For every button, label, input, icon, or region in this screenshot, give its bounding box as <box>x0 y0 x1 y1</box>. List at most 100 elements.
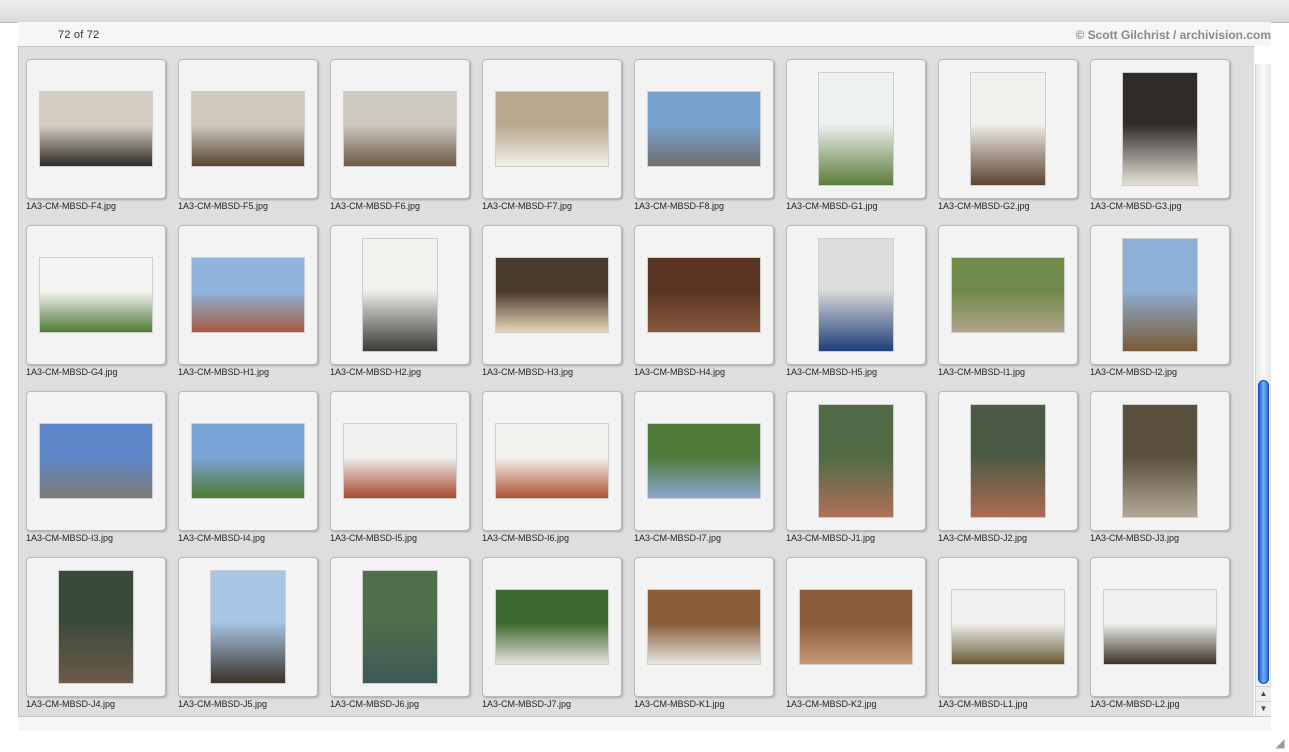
thumbnail-item[interactable]: 1A3-CM-MBSD-I2.jpg <box>1090 225 1230 377</box>
thumbnail-image[interactable] <box>1123 405 1197 517</box>
thumbnail-slide[interactable] <box>178 225 318 365</box>
thumbnail-item[interactable]: 1A3-CM-MBSD-F7.jpg <box>482 59 622 211</box>
thumbnail-slide[interactable] <box>482 557 622 697</box>
scrollbar-thumb[interactable] <box>1258 380 1269 684</box>
thumbnail-item[interactable]: 1A3-CM-MBSD-J4.jpg <box>26 557 166 709</box>
scroll-up-arrow-icon[interactable]: ▲ <box>1256 686 1271 701</box>
thumbnail-slide[interactable] <box>1090 557 1230 697</box>
thumbnail-slide[interactable] <box>938 225 1078 365</box>
thumbnail-item[interactable]: 1A3-CM-MBSD-I4.jpg <box>178 391 318 543</box>
thumbnail-slide[interactable] <box>938 59 1078 199</box>
thumbnail-item[interactable]: 1A3-CM-MBSD-L2.jpg <box>1090 557 1230 709</box>
thumbnail-image[interactable] <box>952 590 1064 664</box>
thumbnail-slide[interactable] <box>482 225 622 365</box>
thumbnail-image[interactable] <box>496 92 608 166</box>
thumbnail-item[interactable]: 1A3-CM-MBSD-F6.jpg <box>330 59 470 211</box>
thumbnail-item[interactable]: 1A3-CM-MBSD-I7.jpg <box>634 391 774 543</box>
thumbnail-slide[interactable] <box>786 391 926 531</box>
thumbnail-slide[interactable] <box>330 225 470 365</box>
thumbnail-item[interactable]: 1A3-CM-MBSD-J6.jpg <box>330 557 470 709</box>
thumbnail-image[interactable] <box>648 92 760 166</box>
thumbnail-slide[interactable] <box>634 557 774 697</box>
thumbnail-item[interactable]: 1A3-CM-MBSD-H1.jpg <box>178 225 318 377</box>
thumbnail-slide[interactable] <box>178 59 318 199</box>
thumbnail-image[interactable] <box>496 424 608 498</box>
thumbnail-slide[interactable] <box>634 59 774 199</box>
thumbnail-slide[interactable] <box>1090 59 1230 199</box>
thumbnail-image[interactable] <box>363 571 437 683</box>
thumbnail-item[interactable]: 1A3-CM-MBSD-G4.jpg <box>26 225 166 377</box>
thumbnail-image[interactable] <box>648 258 760 332</box>
thumbnail-image[interactable] <box>1123 239 1197 351</box>
thumbnail-image[interactable] <box>971 405 1045 517</box>
thumbnail-image[interactable] <box>59 571 133 683</box>
thumbnail-item[interactable]: 1A3-CM-MBSD-G3.jpg <box>1090 59 1230 211</box>
thumbnail-image[interactable] <box>192 92 304 166</box>
thumbnail-slide[interactable] <box>938 557 1078 697</box>
thumbnail-slide[interactable] <box>26 225 166 365</box>
thumbnail-item[interactable]: 1A3-CM-MBSD-H2.jpg <box>330 225 470 377</box>
thumbnail-image[interactable] <box>819 239 893 351</box>
thumbnail-item[interactable]: 1A3-CM-MBSD-I6.jpg <box>482 391 622 543</box>
thumbnail-slide[interactable] <box>1090 225 1230 365</box>
thumbnail-item[interactable]: 1A3-CM-MBSD-I5.jpg <box>330 391 470 543</box>
thumbnail-slide[interactable] <box>482 391 622 531</box>
thumbnail-slide[interactable] <box>330 557 470 697</box>
thumbnail-slide[interactable] <box>178 391 318 531</box>
thumbnail-image[interactable] <box>971 73 1045 185</box>
thumbnail-slide[interactable] <box>26 557 166 697</box>
resize-grip-icon[interactable]: ◢ <box>1273 736 1287 750</box>
scroll-down-arrow-icon[interactable]: ▼ <box>1256 701 1271 716</box>
thumbnail-image[interactable] <box>819 405 893 517</box>
thumbnail-item[interactable]: 1A3-CM-MBSD-G1.jpg <box>786 59 926 211</box>
thumbnail-slide[interactable] <box>938 391 1078 531</box>
thumbnail-item[interactable]: 1A3-CM-MBSD-L1.jpg <box>938 557 1078 709</box>
thumbnail-image[interactable] <box>1104 590 1216 664</box>
thumbnail-viewport[interactable]: 1A3-CM-MBSD-F4.jpg 1A3-CM-MBSD-F5.jpg 1A3-… <box>18 46 1254 717</box>
thumbnail-item[interactable]: 1A3-CM-MBSD-J3.jpg <box>1090 391 1230 543</box>
thumbnail-item[interactable]: 1A3-CM-MBSD-I1.jpg <box>938 225 1078 377</box>
thumbnail-item[interactable]: 1A3-CM-MBSD-K1.jpg <box>634 557 774 709</box>
thumbnail-image[interactable] <box>40 258 152 332</box>
thumbnail-image[interactable] <box>40 424 152 498</box>
thumbnail-image[interactable] <box>192 424 304 498</box>
thumbnail-item[interactable]: 1A3-CM-MBSD-I3.jpg <box>26 391 166 543</box>
thumbnail-image[interactable] <box>496 258 608 332</box>
thumbnail-image[interactable] <box>344 424 456 498</box>
thumbnail-image[interactable] <box>800 590 912 664</box>
thumbnail-item[interactable]: 1A3-CM-MBSD-J7.jpg <box>482 557 622 709</box>
thumbnail-image[interactable] <box>211 571 285 683</box>
thumbnail-image[interactable] <box>344 92 456 166</box>
thumbnail-slide[interactable] <box>330 391 470 531</box>
thumbnail-image[interactable] <box>952 258 1064 332</box>
thumbnail-slide[interactable] <box>634 225 774 365</box>
thumbnail-image[interactable] <box>648 590 760 664</box>
thumbnail-image[interactable] <box>648 424 760 498</box>
thumbnail-slide[interactable] <box>26 59 166 199</box>
thumbnail-image[interactable] <box>40 92 152 166</box>
thumbnail-item[interactable]: 1A3-CM-MBSD-G2.jpg <box>938 59 1078 211</box>
thumbnail-slide[interactable] <box>1090 391 1230 531</box>
thumbnail-image[interactable] <box>819 73 893 185</box>
thumbnail-image[interactable] <box>1123 73 1197 185</box>
thumbnail-item[interactable]: 1A3-CM-MBSD-J1.jpg <box>786 391 926 543</box>
thumbnail-slide[interactable] <box>26 391 166 531</box>
thumbnail-slide[interactable] <box>482 59 622 199</box>
thumbnail-image[interactable] <box>496 590 608 664</box>
thumbnail-item[interactable]: 1A3-CM-MBSD-J5.jpg <box>178 557 318 709</box>
thumbnail-item[interactable]: 1A3-CM-MBSD-H4.jpg <box>634 225 774 377</box>
thumbnail-slide[interactable] <box>786 225 926 365</box>
vertical-scrollbar[interactable]: ▲ ▼ <box>1255 64 1271 716</box>
thumbnail-item[interactable]: 1A3-CM-MBSD-H5.jpg <box>786 225 926 377</box>
thumbnail-slide[interactable] <box>178 557 318 697</box>
thumbnail-item[interactable]: 1A3-CM-MBSD-F5.jpg <box>178 59 318 211</box>
thumbnail-slide[interactable] <box>634 391 774 531</box>
thumbnail-item[interactable]: 1A3-CM-MBSD-H3.jpg <box>482 225 622 377</box>
thumbnail-item[interactable]: 1A3-CM-MBSD-F4.jpg <box>26 59 166 211</box>
thumbnail-item[interactable]: 1A3-CM-MBSD-K2.jpg <box>786 557 926 709</box>
thumbnail-slide[interactable] <box>786 557 926 697</box>
thumbnail-image[interactable] <box>363 239 437 351</box>
thumbnail-item[interactable]: 1A3-CM-MBSD-J2.jpg <box>938 391 1078 543</box>
thumbnail-slide[interactable] <box>330 59 470 199</box>
thumbnail-slide[interactable] <box>786 59 926 199</box>
